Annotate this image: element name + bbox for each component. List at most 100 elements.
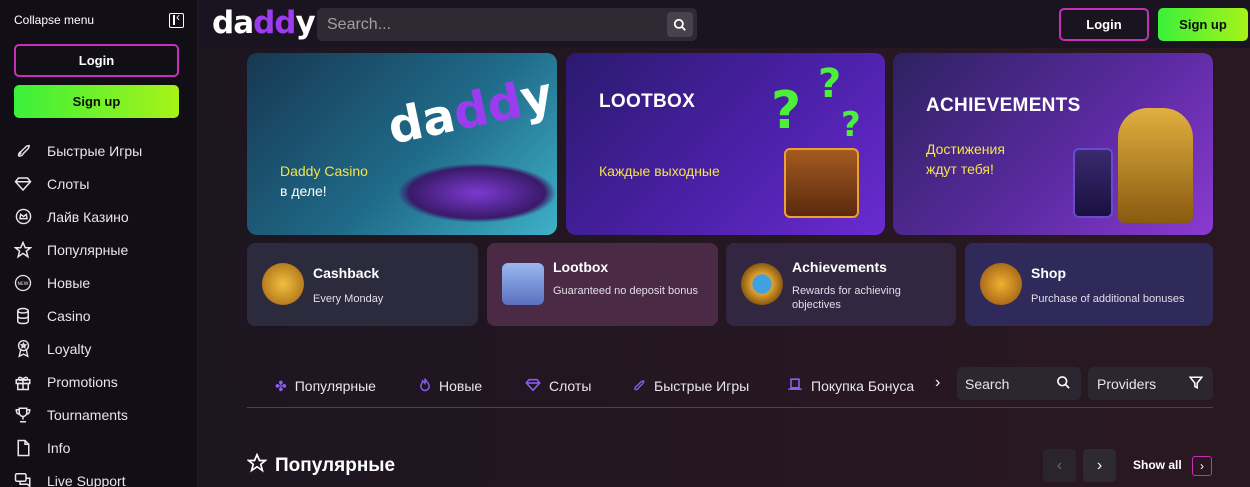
header-search-input[interactable] (317, 15, 657, 34)
sidebar-item-popular[interactable]: Популярные (14, 233, 189, 266)
tab-label: Быстрые Игры (654, 378, 750, 394)
banner-daddy-casino[interactable]: daddy Daddy Casino в деле! (247, 53, 557, 235)
sidebar-item-casino[interactable]: Casino (14, 299, 189, 332)
category-search-label: Search (965, 375, 1010, 392)
section-title-text: Популярные (275, 455, 396, 476)
sidebar-item-live-casino[interactable]: Лайв Казино (14, 200, 189, 233)
banner-achievements[interactable]: ACHIEVEMENTS Достижения ждут тебя! (893, 53, 1213, 235)
carousel-prev-button[interactable]: ‹ (1043, 449, 1076, 482)
chevron-right-icon: › (1200, 459, 1204, 473)
sidebar: Collapse menu Login Sign up Быстрые Игры… (0, 0, 198, 487)
sidebar-item-new[interactable]: NEW Новые (14, 266, 189, 299)
sidebar-signup-button[interactable]: Sign up (14, 85, 179, 118)
sidebar-item-fast-games[interactable]: Быстрые Игры (14, 134, 189, 167)
sidebar-item-label: Promotions (47, 373, 118, 390)
show-all-button[interactable]: › (1192, 456, 1212, 476)
section-title: Популярные (246, 452, 396, 479)
show-all-link[interactable]: Show all (1133, 458, 1182, 472)
banner-title: LOOTBOX (599, 91, 696, 112)
tab-bonus-buy[interactable]: Покупка Бонуса (787, 374, 914, 398)
logo-text-accent: dd (253, 5, 296, 41)
tabs-scroll-right-icon[interactable]: › (935, 374, 940, 392)
header-signup-button[interactable]: Sign up (1158, 8, 1248, 41)
collapse-sidebar-icon[interactable] (169, 10, 184, 28)
sidebar-login-button[interactable]: Login (14, 44, 179, 77)
sidebar-item-label: Loyalty (47, 340, 92, 357)
slot-machine-graphic (1073, 148, 1113, 218)
new-badge-icon: NEW (14, 274, 32, 292)
shop-bag-icon (980, 263, 1022, 305)
question-mark-graphic: ? (771, 81, 802, 141)
banner-line2: в деле! (280, 183, 327, 199)
sidebar-item-loyalty[interactable]: Loyalty (14, 332, 189, 365)
chat-icon (14, 472, 32, 487)
target-icon (741, 263, 783, 305)
promo-card-title: Shop (1031, 265, 1066, 281)
sidebar-item-label: Популярные (47, 241, 129, 258)
sidebar-item-label: Casino (47, 307, 91, 324)
star-icon (246, 452, 268, 479)
banner-line2: ждут тебя! (926, 161, 994, 177)
header-login-button[interactable]: Login (1059, 8, 1149, 41)
tab-new[interactable]: Новые (419, 374, 482, 398)
daddy-logo[interactable]: daddy (212, 5, 316, 41)
rocket-icon (632, 378, 646, 395)
header-search-button[interactable] (667, 12, 693, 37)
promo-card-subtitle: Every Monday (313, 293, 384, 305)
tab-label: Покупка Бонуса (811, 378, 915, 394)
pedestal-graphic (397, 163, 557, 223)
trophy-graphic (1118, 108, 1193, 223)
collapse-menu-label: Collapse menu (14, 13, 95, 27)
header-search-bar (317, 8, 697, 41)
banner-logo-graphic: daddy (383, 66, 557, 156)
coins-icon (262, 263, 304, 305)
logo-text-prefix: da (212, 5, 254, 41)
collapse-menu-button[interactable]: Collapse menu (14, 10, 184, 30)
chevron-right-icon: › (1096, 456, 1103, 474)
sidebar-item-label: Live Support (47, 472, 126, 487)
diamond-icon (525, 378, 541, 395)
promo-card-subtitle: Rewards for achieving objectives (792, 285, 901, 311)
sidebar-item-live-support[interactable]: Live Support (14, 464, 189, 487)
carousel-next-button[interactable]: › (1083, 449, 1116, 482)
category-search-field[interactable]: Search (957, 367, 1081, 400)
promo-card-cashback[interactable]: Cashback Every Monday (247, 243, 478, 326)
promo-card-subtitle: Purchase of additional bonuses (1031, 293, 1185, 305)
category-tabs: ✤ Популярные Новые Слоты Быстрые Игры По… (247, 366, 1213, 408)
providers-label: Providers (1097, 375, 1157, 392)
tab-slots[interactable]: Слоты (525, 374, 591, 398)
tab-popular[interactable]: ✤ Популярные (275, 374, 376, 398)
trophy-icon (14, 406, 32, 424)
clover-icon: ✤ (275, 377, 287, 394)
treasure-chest-graphic (784, 148, 859, 218)
sidebar-item-promotions[interactable]: Promotions (14, 365, 189, 398)
banner-line1: Достижения (926, 141, 1005, 157)
banner-subtitle: Каждые выходные (599, 163, 720, 179)
logo-text-suffix: y (295, 5, 316, 41)
sidebar-item-label: Info (47, 439, 71, 456)
top-header: daddy Login Sign up (198, 0, 1250, 48)
chevron-left-icon: ‹ (1056, 456, 1063, 474)
promo-card-shop[interactable]: Shop Purchase of additional bonuses (965, 243, 1213, 326)
promo-card-achievements[interactable]: Achievements Rewards for achieving objec… (726, 243, 956, 326)
sidebar-item-label: Лайв Казино (47, 208, 129, 225)
svg-text:NEW: NEW (18, 280, 29, 286)
main-content: daddy Daddy Casino в деле! LOOTBOX Кажды… (198, 48, 1250, 487)
banner-line1: Daddy Casino (280, 163, 368, 179)
crown-circle-icon (14, 208, 32, 226)
flame-icon (419, 377, 431, 395)
banner-lootbox[interactable]: LOOTBOX Каждые выходные ? ? ? (566, 53, 885, 235)
sidebar-item-info[interactable]: Info (14, 431, 189, 464)
providers-filter-button[interactable]: Providers (1088, 367, 1213, 400)
sidebar-item-tournaments[interactable]: Tournaments (14, 398, 189, 431)
search-icon (1056, 375, 1071, 393)
search-icon (673, 18, 686, 31)
sidebar-item-slots[interactable]: Слоты (14, 167, 189, 200)
award-icon (14, 340, 32, 358)
tab-label: Слоты (549, 378, 592, 394)
diamond-icon (14, 175, 32, 193)
tab-fast-games[interactable]: Быстрые Игры (632, 374, 749, 398)
sidebar-item-label: Tournaments (47, 406, 128, 423)
sidebar-nav: Быстрые Игры Слоты Лайв Казино Популярны… (14, 134, 189, 487)
promo-card-lootbox[interactable]: Lootbox Guaranteed no deposit bonus (487, 243, 718, 326)
